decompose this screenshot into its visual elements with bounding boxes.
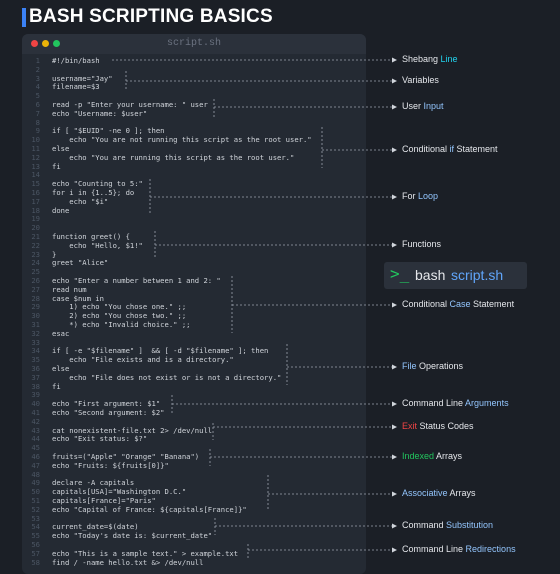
label-highlight: Exit xyxy=(402,421,418,431)
label-highlight: Indexed xyxy=(402,451,435,461)
label-part: Conditional xyxy=(402,144,450,154)
badge-filename: script.sh xyxy=(451,267,504,283)
arrow-head-icon xyxy=(392,364,397,370)
arrow-head-icon xyxy=(392,242,397,248)
arrow-head-icon xyxy=(392,194,397,200)
annotation-label: Command Line Redirections xyxy=(402,544,516,554)
label-part: Arrays xyxy=(447,488,476,498)
annotation-label: Command Substitution xyxy=(402,520,493,530)
annotation-label: Associative Arrays xyxy=(402,488,476,498)
arrow-head-icon xyxy=(392,454,397,460)
annotation-label: Shebang Line xyxy=(402,54,458,64)
bash-script-badge: >_ bash script.sh xyxy=(384,262,527,289)
arrow-head-icon xyxy=(392,547,397,553)
arrow-head-icon xyxy=(392,78,397,84)
arrow-head-icon xyxy=(392,401,397,407)
label-part: Shebang xyxy=(402,54,439,64)
label-part: Statement xyxy=(454,144,498,154)
label-highlight: Substitution xyxy=(446,520,494,530)
badge-word: bash xyxy=(415,267,446,283)
annotation-label: Conditional Case Statement xyxy=(402,299,514,309)
annotation-label: Conditional if Statement xyxy=(402,144,498,154)
label-part: Command xyxy=(402,520,447,530)
label-highlight: Input xyxy=(423,101,444,111)
arrow-head-icon xyxy=(392,104,397,110)
label-part: Command Line xyxy=(402,398,466,408)
label-part: Variables xyxy=(402,75,439,85)
label-part: Arrays xyxy=(434,451,463,461)
label-part: Status Codes xyxy=(417,421,474,431)
arrow-head-icon xyxy=(392,57,397,63)
arrow-head-icon xyxy=(392,523,397,529)
label-highlight: Line xyxy=(438,54,458,64)
arrow-head-icon xyxy=(392,302,397,308)
annotation-label: File Operations xyxy=(402,361,463,371)
annotation-label: Exit Status Codes xyxy=(402,421,474,431)
label-part: Functions xyxy=(402,239,442,249)
annotation-label: User Input xyxy=(402,101,444,111)
label-part: Operations xyxy=(416,361,464,371)
arrow-head-icon xyxy=(392,147,397,153)
annotation-label: Variables xyxy=(402,75,439,85)
annotation-label: Functions xyxy=(402,239,441,249)
label-part: Statement xyxy=(470,299,515,309)
label-part: Command Line xyxy=(402,544,466,554)
label-highlight: Redirections xyxy=(465,544,516,554)
annotation-label: Command Line Arguments xyxy=(402,398,509,408)
annotation-label: For Loop xyxy=(402,191,438,201)
label-part: User xyxy=(402,101,424,111)
annotation-label: Indexed Arrays xyxy=(402,451,462,461)
label-part: For xyxy=(402,191,419,201)
label-highlight: File xyxy=(402,361,417,371)
arrow-head-icon xyxy=(392,491,397,497)
arrow-head-icon xyxy=(392,424,397,430)
terminal-prompt-icon: >_ xyxy=(390,264,410,283)
label-highlight: Case xyxy=(449,299,471,309)
label-highlight: Loop xyxy=(418,191,439,201)
label-part: Conditional xyxy=(402,299,450,309)
label-highlight: Arguments xyxy=(465,398,509,408)
label-highlight: Associative xyxy=(402,488,448,498)
